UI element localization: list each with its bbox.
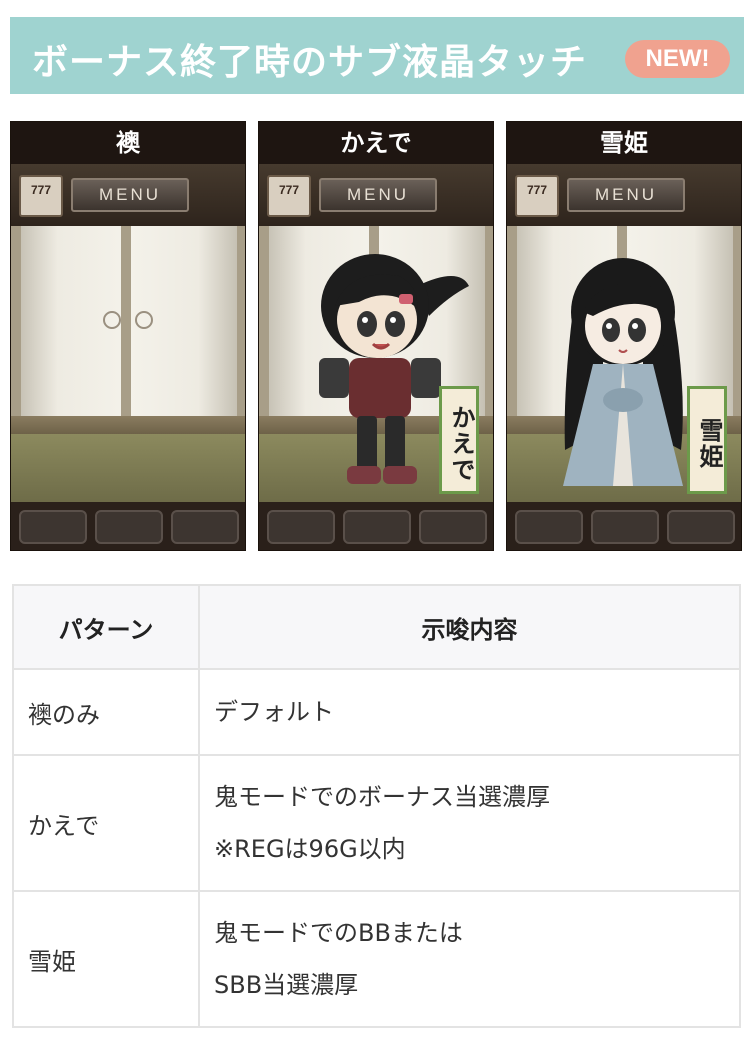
panel-bottombar — [507, 502, 741, 550]
character-name-tag: かえで — [439, 386, 479, 494]
menu-button: MENU — [71, 178, 189, 212]
pattern-cell: 雪姫 — [12, 890, 200, 1028]
hint-line: デフォルト — [214, 698, 334, 726]
slot-777-icon: 777 — [515, 175, 559, 217]
header-hint: 示唆内容 — [198, 584, 741, 670]
yukihime-character-icon — [563, 258, 683, 486]
hint-cell: デフォルト — [198, 668, 741, 756]
hint-line: SBB当選濃厚 — [214, 971, 359, 999]
pattern-cell: 襖のみ — [12, 668, 200, 756]
hint-table: パターン 示唆内容 襖のみ デフォルト かえで 鬼モードでのボーナス当選濃厚 ※… — [12, 584, 741, 1028]
panel-topbar: 777 MENU — [11, 164, 245, 226]
section-title: ボーナス終了時のサブ液晶タッチ — [32, 42, 588, 83]
character-name-tag: 雪姫 — [687, 386, 727, 494]
menu-button: MENU — [319, 178, 437, 212]
panel-title: 襖 — [11, 122, 245, 164]
header-pattern: パターン — [12, 584, 200, 670]
tatami-floor — [11, 434, 245, 502]
section-header: ボーナス終了時のサブ液晶タッチ NEW! — [10, 17, 744, 94]
panel-kaede: かえで 777 MENU かえで — [258, 121, 494, 551]
hint-line: 鬼モードでのボーナス当選濃厚 — [214, 783, 550, 811]
new-badge: NEW! — [625, 40, 730, 78]
hint-line: 鬼モードでのBBまたは — [214, 919, 463, 947]
menu-button: MENU — [567, 178, 685, 212]
panel-title: かえで — [259, 122, 493, 164]
panel-fusuma: 襖 777 MENU — [10, 121, 246, 551]
table-row: かえで 鬼モードでのボーナス当選濃厚 ※REGは96G以内 — [12, 754, 741, 892]
panel-topbar: 777 MENU — [507, 164, 741, 226]
slot-777-icon: 777 — [267, 175, 311, 217]
table-row: 雪姫 鬼モードでのBBまたは SBB当選濃厚 — [12, 890, 741, 1028]
table-header-row: パターン 示唆内容 — [12, 584, 741, 670]
panel-yukihime: 雪姫 777 MENU 雪姫 — [506, 121, 742, 551]
pattern-cell: かえで — [12, 754, 200, 892]
hint-line: ※REGは96G以内 — [214, 835, 406, 863]
panel-bottombar — [259, 502, 493, 550]
screenshot-gallery: 襖 777 MENU かえで 777 MENU かえで 雪姫 777 MENU … — [10, 121, 746, 551]
panel-bottombar — [11, 502, 245, 550]
slot-777-icon: 777 — [19, 175, 63, 217]
hint-cell: 鬼モードでのBBまたは SBB当選濃厚 — [198, 890, 741, 1028]
hint-cell: 鬼モードでのボーナス当選濃厚 ※REGは96G以内 — [198, 754, 741, 892]
panel-topbar: 777 MENU — [259, 164, 493, 226]
sliding-door-scene — [11, 226, 245, 416]
panel-title: 雪姫 — [507, 122, 741, 164]
table-row: 襖のみ デフォルト — [12, 668, 741, 756]
